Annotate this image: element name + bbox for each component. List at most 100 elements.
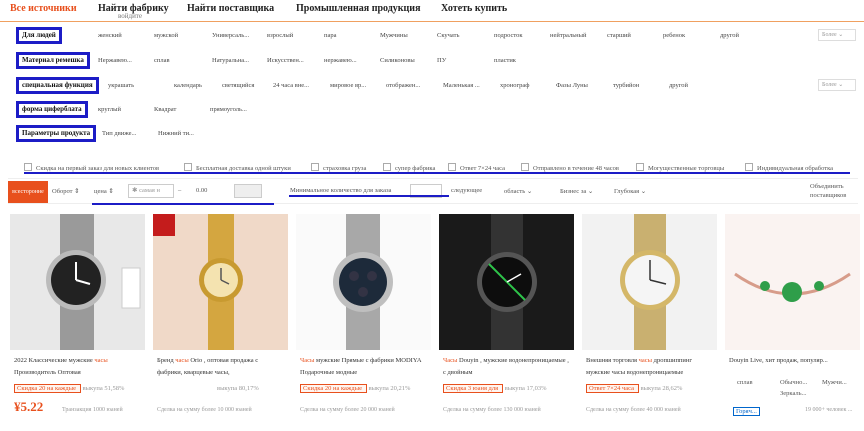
highlight-underline-qty bbox=[289, 195, 449, 197]
deal-volume: Транзакция 1000 юаней bbox=[62, 407, 123, 413]
filter-option[interactable]: мировое вр... bbox=[330, 82, 366, 89]
product-card[interactable]: Часы Douyin , мужские водонепроницаемые … bbox=[439, 214, 574, 431]
product-image[interactable] bbox=[582, 214, 717, 350]
product-card[interactable]: Бренд часы Orio , оптовая продажа с фабр… bbox=[153, 214, 288, 431]
filter-option[interactable]: ребенок bbox=[663, 32, 685, 39]
product-card[interactable]: Внешняя торговля часы дропшиппинг мужски… bbox=[582, 214, 717, 431]
filter-row-product-params: Параметры продукта Тип движе... Нижний т… bbox=[10, 123, 856, 145]
sort-price[interactable]: цена ⇕ bbox=[94, 187, 114, 195]
product-image[interactable] bbox=[153, 214, 288, 350]
filter-option[interactable]: нейтральный bbox=[550, 32, 587, 39]
product-title[interactable]: Часы мужские Прямые с фабрики MODIYA Под… bbox=[300, 355, 428, 379]
filter-label: форма циферблата bbox=[16, 101, 88, 118]
filter-option[interactable]: хронограф bbox=[500, 82, 530, 89]
product-image[interactable] bbox=[725, 214, 860, 350]
price-slider[interactable] bbox=[234, 184, 262, 198]
filter-option[interactable]: Мужчины bbox=[380, 32, 408, 39]
tab-industrial-products[interactable]: Промышленная продукция bbox=[296, 3, 420, 14]
filter-option[interactable]: календарь bbox=[174, 82, 202, 89]
product-title[interactable]: Внешняя торговля часы дропшиппинг мужски… bbox=[586, 355, 714, 379]
filter-option[interactable]: другой bbox=[669, 82, 688, 89]
business-dropdown[interactable]: Бизнес за ⌄ bbox=[560, 187, 593, 195]
filter-label: Параметры продукта bbox=[16, 125, 97, 142]
min-order-qty-label: Минимальное количество для заказа bbox=[290, 187, 392, 194]
product-image[interactable] bbox=[296, 214, 431, 350]
product-title[interactable]: Часы Douyin , мужские водонепроницаемые … bbox=[443, 355, 571, 379]
filter-option[interactable]: взрослый bbox=[267, 32, 293, 39]
filter-option[interactable]: другой bbox=[720, 32, 739, 39]
price-max-input[interactable]: 0.00 bbox=[196, 187, 207, 194]
product-card[interactable]: 2022 Классические мужские часы Производи… bbox=[10, 214, 145, 431]
filter-option[interactable]: Универсаль... bbox=[212, 32, 249, 39]
filter-row-dial-shape: форма циферблата круглый Квадрат прямоуг… bbox=[10, 99, 856, 121]
login-hint[interactable]: войдите bbox=[118, 12, 142, 20]
filter-option[interactable]: нержавею... bbox=[324, 57, 357, 64]
promo-badge: Скидка 20 на каждые выкупа 51,58% bbox=[14, 384, 124, 393]
sort-overall[interactable]: всесторонне bbox=[8, 181, 48, 203]
filter-option[interactable]: мужской bbox=[154, 32, 178, 39]
filter-option[interactable]: Нержавею... bbox=[98, 57, 132, 64]
filter-option[interactable]: Фазы Луны bbox=[556, 82, 588, 89]
hot-badge: Горяч... bbox=[733, 407, 760, 416]
filter-option[interactable]: прямоуголь... bbox=[210, 106, 247, 113]
filter-option[interactable]: круглый bbox=[98, 106, 121, 113]
filter-option[interactable]: пара bbox=[324, 32, 337, 39]
deal-volume: Сделка на сумму более 130 000 юаней bbox=[443, 407, 541, 413]
promo-badge: Скидка 20 на каждые выкупа 20,21% bbox=[300, 384, 410, 393]
filter-option[interactable]: ПУ bbox=[437, 57, 446, 64]
checkbox-response-24h[interactable]: Ответ 7×24 часа bbox=[448, 163, 505, 172]
checkbox-cargo-insurance[interactable]: страховка груза bbox=[311, 163, 366, 172]
sort-bar: всесторонне Оборот ⇕ цена ⇕ ✱ самая н – … bbox=[8, 178, 858, 204]
price-min-input[interactable]: ✱ самая н bbox=[128, 184, 174, 198]
filter-option[interactable]: старший bbox=[607, 32, 631, 39]
tab-find-supplier[interactable]: Найти поставщика bbox=[187, 3, 274, 14]
filter-option[interactable]: Тип движе... bbox=[102, 130, 136, 137]
more-dropdown[interactable]: Более ⌄ bbox=[818, 79, 856, 91]
promo-badge: Ответ 7×24 часа выкупа 28,62% bbox=[586, 384, 682, 393]
region-dropdown[interactable]: область ⌄ bbox=[504, 187, 532, 195]
checkbox-custom-processing[interactable]: Индивидуальная обработка bbox=[745, 163, 833, 172]
top-navigation: Все источники Найти фабрику Найти постав… bbox=[0, 0, 864, 22]
product-tag: Зеркаль... bbox=[780, 390, 807, 397]
filter-option[interactable]: Маленькая ... bbox=[443, 82, 480, 89]
tab-all-sources[interactable]: Все источники bbox=[10, 3, 77, 14]
filter-option[interactable]: женский bbox=[98, 32, 122, 39]
product-title[interactable]: 2022 Классические мужские часы Производи… bbox=[14, 355, 142, 379]
sort-turnover[interactable]: Оборот ⇕ bbox=[52, 187, 80, 195]
filter-option[interactable]: светящийся bbox=[222, 82, 254, 89]
highlight-underline bbox=[24, 172, 850, 174]
more-dropdown[interactable]: Более ⌄ bbox=[818, 29, 856, 41]
filter-option[interactable]: украшать bbox=[108, 82, 134, 89]
filter-option[interactable]: 24 часа вне... bbox=[273, 82, 309, 89]
filter-option[interactable]: отображен... bbox=[386, 82, 420, 89]
filter-option[interactable]: подросток bbox=[494, 32, 523, 39]
next-button[interactable]: следующее bbox=[451, 187, 482, 194]
filter-option[interactable]: турбийон bbox=[613, 82, 639, 89]
filter-option[interactable]: Нижний ти... bbox=[158, 130, 194, 137]
filter-option[interactable]: Скучать bbox=[437, 32, 459, 39]
filter-row-special-function: специальная функция украшать календарь с… bbox=[10, 75, 856, 97]
product-image[interactable] bbox=[10, 214, 145, 350]
checkbox-ship-48h[interactable]: Отправлено в течение 48 часов bbox=[521, 163, 619, 172]
product-card[interactable]: Часы мужские Прямые с фабрики MODIYA Под… bbox=[296, 214, 431, 431]
product-tag: сплав bbox=[737, 379, 753, 386]
product-title[interactable]: Douyin Live, хит продаж, популяр... bbox=[729, 355, 857, 367]
checkbox-powerful-merchants[interactable]: Могущественные торговцы bbox=[636, 163, 724, 172]
filter-option[interactable]: Силиконовы bbox=[380, 57, 415, 64]
deal-volume: 19 000+ человек ... bbox=[805, 407, 853, 413]
filter-option[interactable]: пластик bbox=[494, 57, 516, 64]
product-title[interactable]: Бренд часы Orio , оптовая продажа с фабр… bbox=[157, 355, 285, 379]
filter-option[interactable]: Натуральна... bbox=[212, 57, 249, 64]
checkbox-first-order-discount[interactable]: Скидка на первый заказ для новых клиенто… bbox=[24, 163, 159, 172]
checkbox-super-factory[interactable]: супер фабрика bbox=[383, 163, 435, 172]
filter-option[interactable]: Квадрат bbox=[154, 106, 176, 113]
tab-want-to-buy[interactable]: Хотеть купить bbox=[441, 3, 507, 14]
depth-dropdown[interactable]: Глубокая ⌄ bbox=[614, 187, 646, 195]
checkbox-free-shipping[interactable]: Бесплатная доставка одной штуки bbox=[184, 163, 291, 172]
filter-option[interactable]: Искусствен... bbox=[267, 57, 304, 64]
product-image[interactable] bbox=[439, 214, 574, 350]
filter-row-people: Для людей женский мужской Универсаль... … bbox=[10, 25, 856, 47]
filter-option[interactable]: сплав bbox=[154, 57, 170, 64]
merge-suppliers-toggle[interactable]: Объединить поставщиков bbox=[810, 182, 856, 200]
product-card[interactable]: Douyin Live, хит продаж, популяр... спла… bbox=[725, 214, 860, 431]
